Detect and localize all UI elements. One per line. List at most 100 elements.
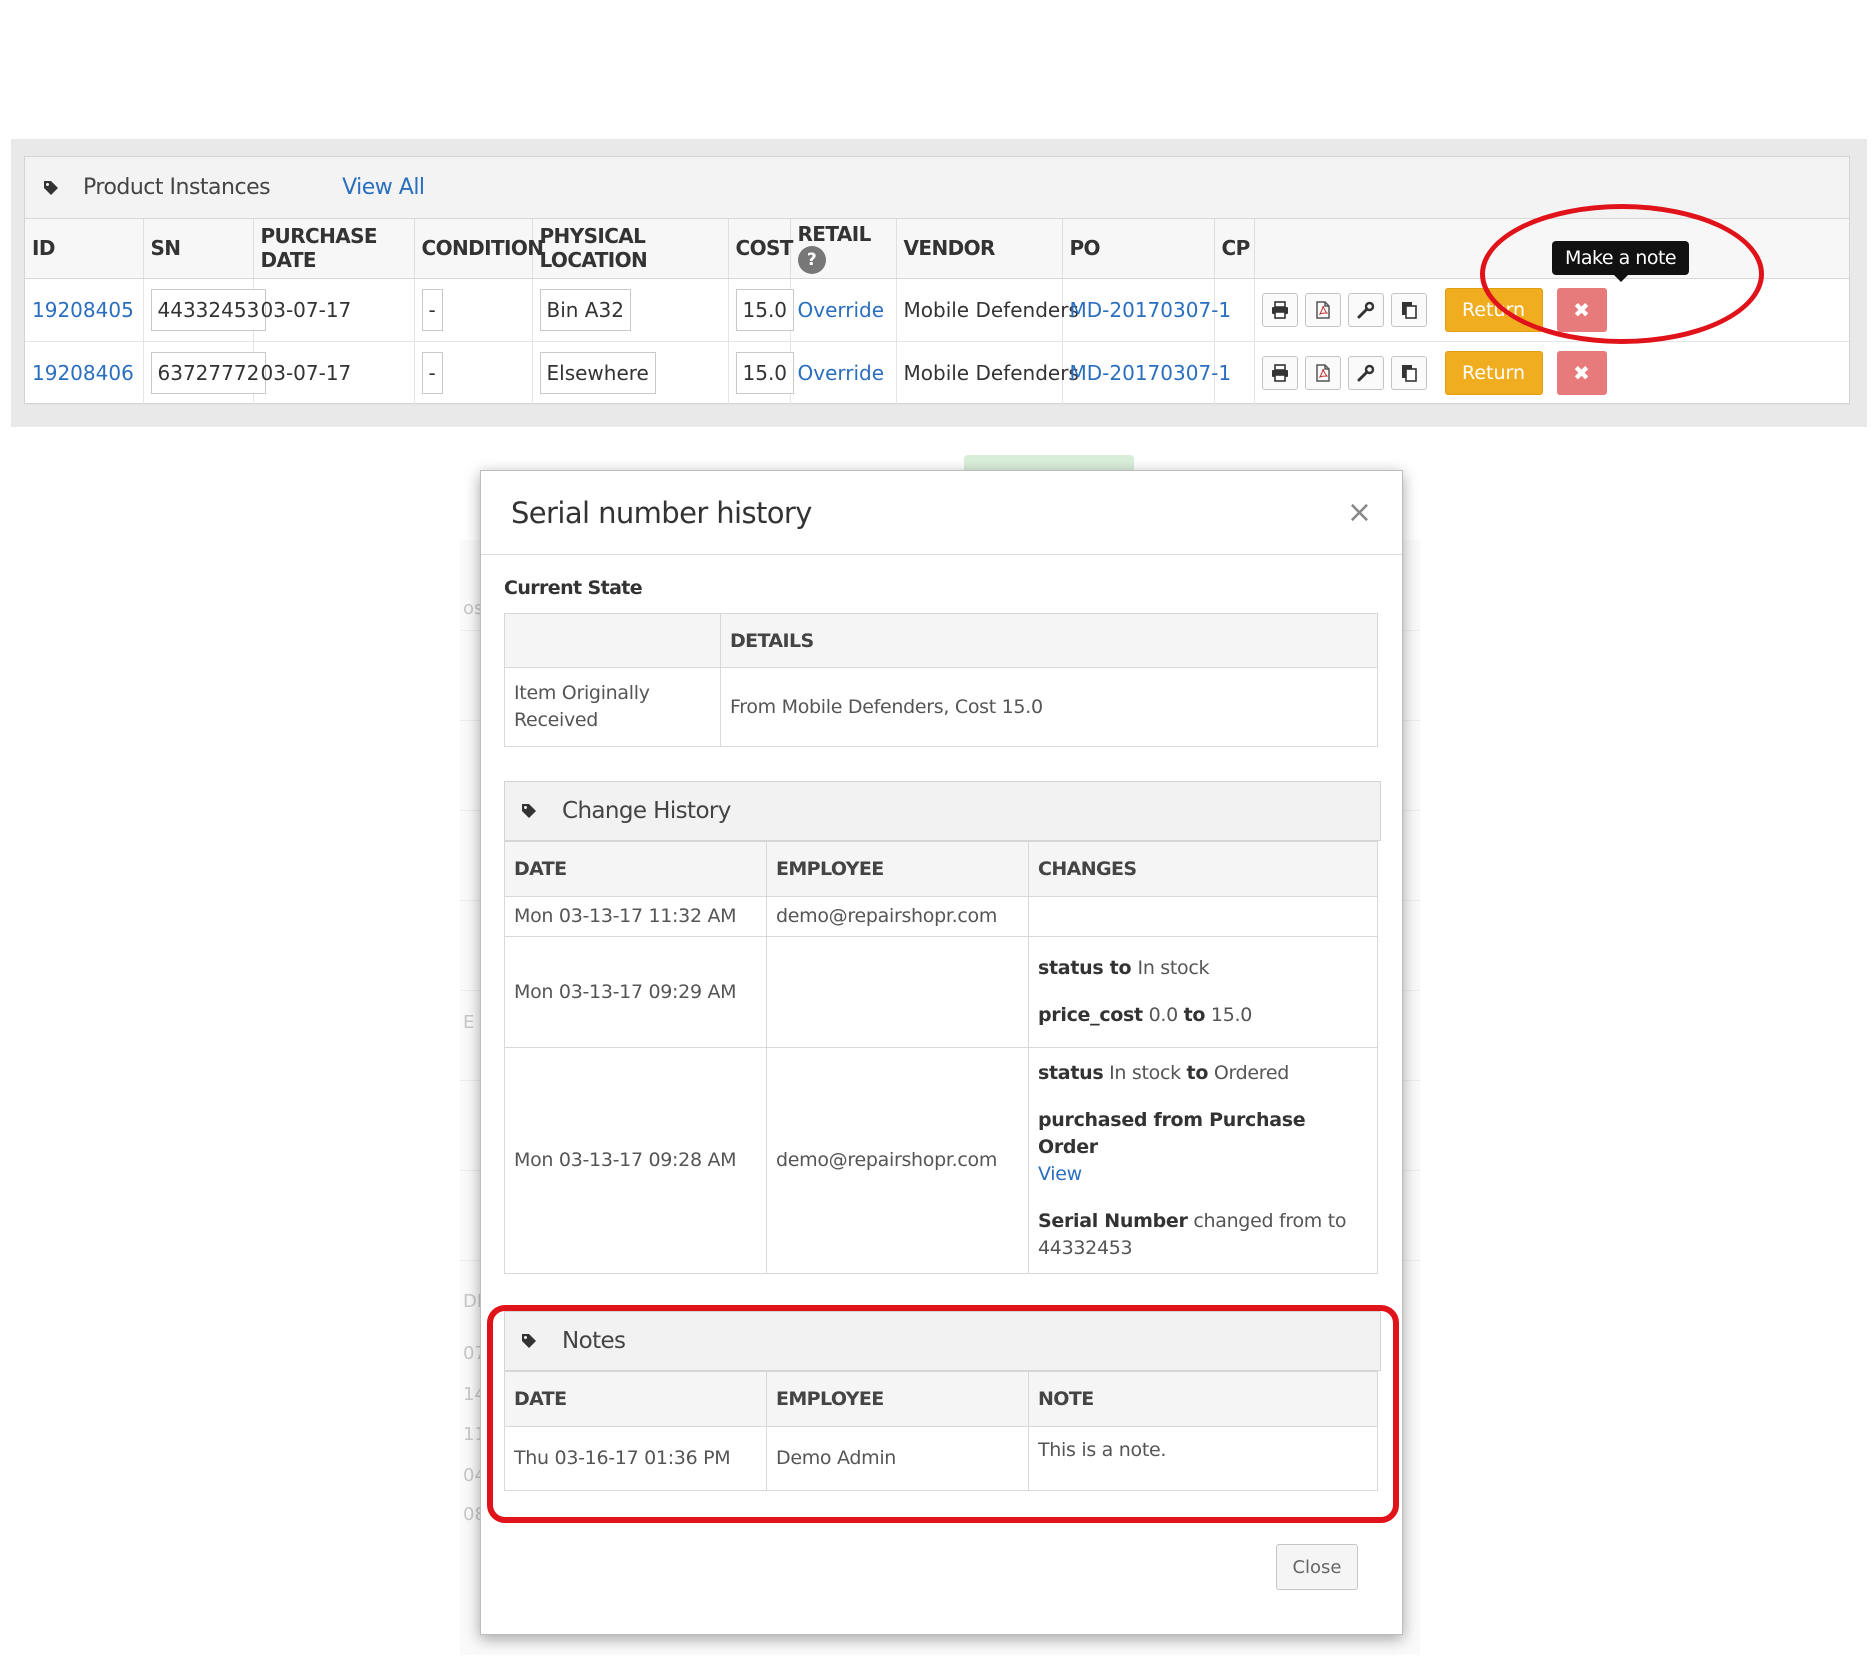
change-key: price_cost <box>1038 1004 1143 1026</box>
change-key: status <box>1038 957 1104 979</box>
table-row: Item Originally Received From Mobile Def… <box>504 667 1378 747</box>
wrench-icon <box>1357 364 1374 381</box>
serial-number-field[interactable]: 44332453 <box>150 288 267 331</box>
condition-field[interactable]: - <box>421 351 443 394</box>
employee-cell: demo@repairshopr.com <box>766 1047 1029 1274</box>
close-button[interactable]: Close <box>1276 1544 1358 1590</box>
column-header-purchase-date: PURCHASE DATE <box>253 219 415 279</box>
serial-number-field[interactable]: 63727772 <box>150 351 267 394</box>
employee-cell: demo@repairshopr.com <box>766 896 1029 937</box>
column-header-vendor: VENDOR <box>896 219 1063 279</box>
column-header-condition: CONDITION <box>414 219 544 279</box>
table-header-row: DETAILS <box>504 613 1378 668</box>
details-cell: From Mobile Defenders, Cost 15.0 <box>720 667 1378 747</box>
change-history-table: DATE EMPLOYEE CHANGES Mon 03-13-17 11:32… <box>504 841 1378 1274</box>
background-text: E <box>463 1012 475 1033</box>
make-note-button[interactable] <box>1390 355 1427 390</box>
note-icon <box>1401 364 1417 382</box>
note-icon <box>1401 301 1417 319</box>
date-cell: Mon 03-13-17 09:28 AM <box>504 1047 767 1274</box>
po-link[interactable]: MD-20170307-1 <box>1070 361 1232 385</box>
override-link[interactable]: Override <box>798 298 885 322</box>
change-connector: to <box>1183 1004 1206 1026</box>
table-row: Mon 03-13-17 11:32 AM demo@repairshopr.c… <box>504 896 1378 937</box>
delete-button[interactable]: ✖ <box>1556 350 1607 395</box>
purchase-date-cell: 03-07-17 <box>253 278 415 342</box>
modal-title: Serial number history <box>511 495 812 530</box>
tag-icon <box>43 180 59 196</box>
pdf-button[interactable] <box>1304 292 1341 327</box>
cost-field[interactable]: 15.0 <box>735 351 795 394</box>
date-cell: Mon 03-13-17 11:32 AM <box>504 896 767 937</box>
change-value: Ordered <box>1208 1061 1290 1084</box>
table-row: Mon 03-13-17 09:29 AM status to In stock… <box>504 936 1378 1048</box>
current-state-label: Current State <box>504 577 643 599</box>
change-value: In stock <box>1103 1061 1187 1084</box>
instance-id-link[interactable]: 19208406 <box>32 361 134 385</box>
make-note-button[interactable] <box>1390 292 1427 327</box>
change-key: status <box>1038 1061 1104 1084</box>
print-button[interactable] <box>1261 292 1298 327</box>
table-header-row: DATE EMPLOYEE CHANGES <box>504 841 1378 897</box>
column-header-state <box>504 613 721 668</box>
column-header-date: DATE <box>504 841 767 897</box>
change-value: 0.0 <box>1142 1004 1184 1026</box>
panel-title: Product Instances <box>83 175 271 200</box>
change-history-header: Change History <box>504 781 1381 841</box>
return-button[interactable]: Return <box>1444 350 1543 395</box>
close-icon[interactable]: × <box>1347 495 1372 530</box>
column-header-sn: SN <box>143 219 254 279</box>
table-row: Mon 03-13-17 09:28 AM demo@repairshopr.c… <box>504 1047 1378 1274</box>
change-connector: to <box>1103 957 1138 979</box>
change-key: Serial Number <box>1038 1209 1188 1232</box>
changes-cell: status In stock to Ordered purchased fro… <box>1028 1047 1378 1274</box>
print-icon <box>1271 300 1288 319</box>
column-header-id: ID <box>25 219 144 279</box>
vendor-cell: Mobile Defenders <box>896 341 1079 405</box>
column-header-po: PO <box>1062 219 1215 279</box>
current-state-table: DETAILS Item Originally Received From Mo… <box>504 613 1378 747</box>
column-header-details: DETAILS <box>720 613 1378 668</box>
wrench-button[interactable] <box>1347 355 1384 390</box>
purchase-date-cell: 03-07-17 <box>253 341 415 405</box>
pdf-icon <box>1315 363 1330 382</box>
changes-cell <box>1028 896 1378 937</box>
date-cell: Mon 03-13-17 09:29 AM <box>504 936 767 1048</box>
column-header-employee: EMPLOYEE <box>766 841 1029 897</box>
retail-header-label: RETAIL <box>797 222 872 247</box>
print-icon <box>1271 363 1288 382</box>
state-cell: Item Originally Received <box>504 667 721 747</box>
column-header-physical-location: PHYSICAL LOCATION <box>532 219 729 279</box>
notes-highlight-box <box>487 1305 1399 1523</box>
highlight-ellipse <box>1480 204 1764 344</box>
column-header-cost: COST <box>728 219 793 279</box>
column-header-retail: RETAIL? <box>790 219 897 279</box>
location-field[interactable]: Bin A32 <box>539 288 631 331</box>
change-key: purchased from Purchase Order <box>1038 1108 1306 1158</box>
change-connector: to <box>1186 1061 1209 1084</box>
override-link[interactable]: Override <box>798 361 885 385</box>
column-header-changes: CHANGES <box>1028 841 1378 897</box>
view-purchase-order-link[interactable]: View <box>1038 1163 1082 1185</box>
changes-cell: status to In stock price_cost 0.0 to 15.… <box>1028 936 1378 1048</box>
change-value: In stock <box>1137 957 1210 979</box>
help-icon[interactable]: ? <box>797 246 826 275</box>
wrench-button[interactable] <box>1347 292 1384 327</box>
change-value: 15.0 <box>1205 1004 1253 1026</box>
cost-field[interactable]: 15.0 <box>735 288 795 331</box>
condition-field[interactable]: - <box>421 288 443 331</box>
employee-cell <box>766 936 1029 1048</box>
modal-header: Serial number history × <box>481 471 1402 555</box>
vendor-cell: Mobile Defenders <box>896 278 1079 342</box>
print-button[interactable] <box>1261 355 1298 390</box>
wrench-icon <box>1357 301 1374 318</box>
location-field[interactable]: Elsewhere <box>539 351 656 394</box>
instance-id-link[interactable]: 19208405 <box>32 298 134 322</box>
pdf-icon <box>1315 300 1330 319</box>
view-all-link[interactable]: View All <box>342 175 425 200</box>
po-link[interactable]: MD-20170307-1 <box>1070 298 1232 322</box>
tag-icon <box>521 803 537 819</box>
table-row: 19208406 63727772 03-07-17 - Elsewhere 1… <box>25 341 1849 405</box>
change-history-title: Change History <box>562 798 731 824</box>
pdf-button[interactable] <box>1304 355 1341 390</box>
